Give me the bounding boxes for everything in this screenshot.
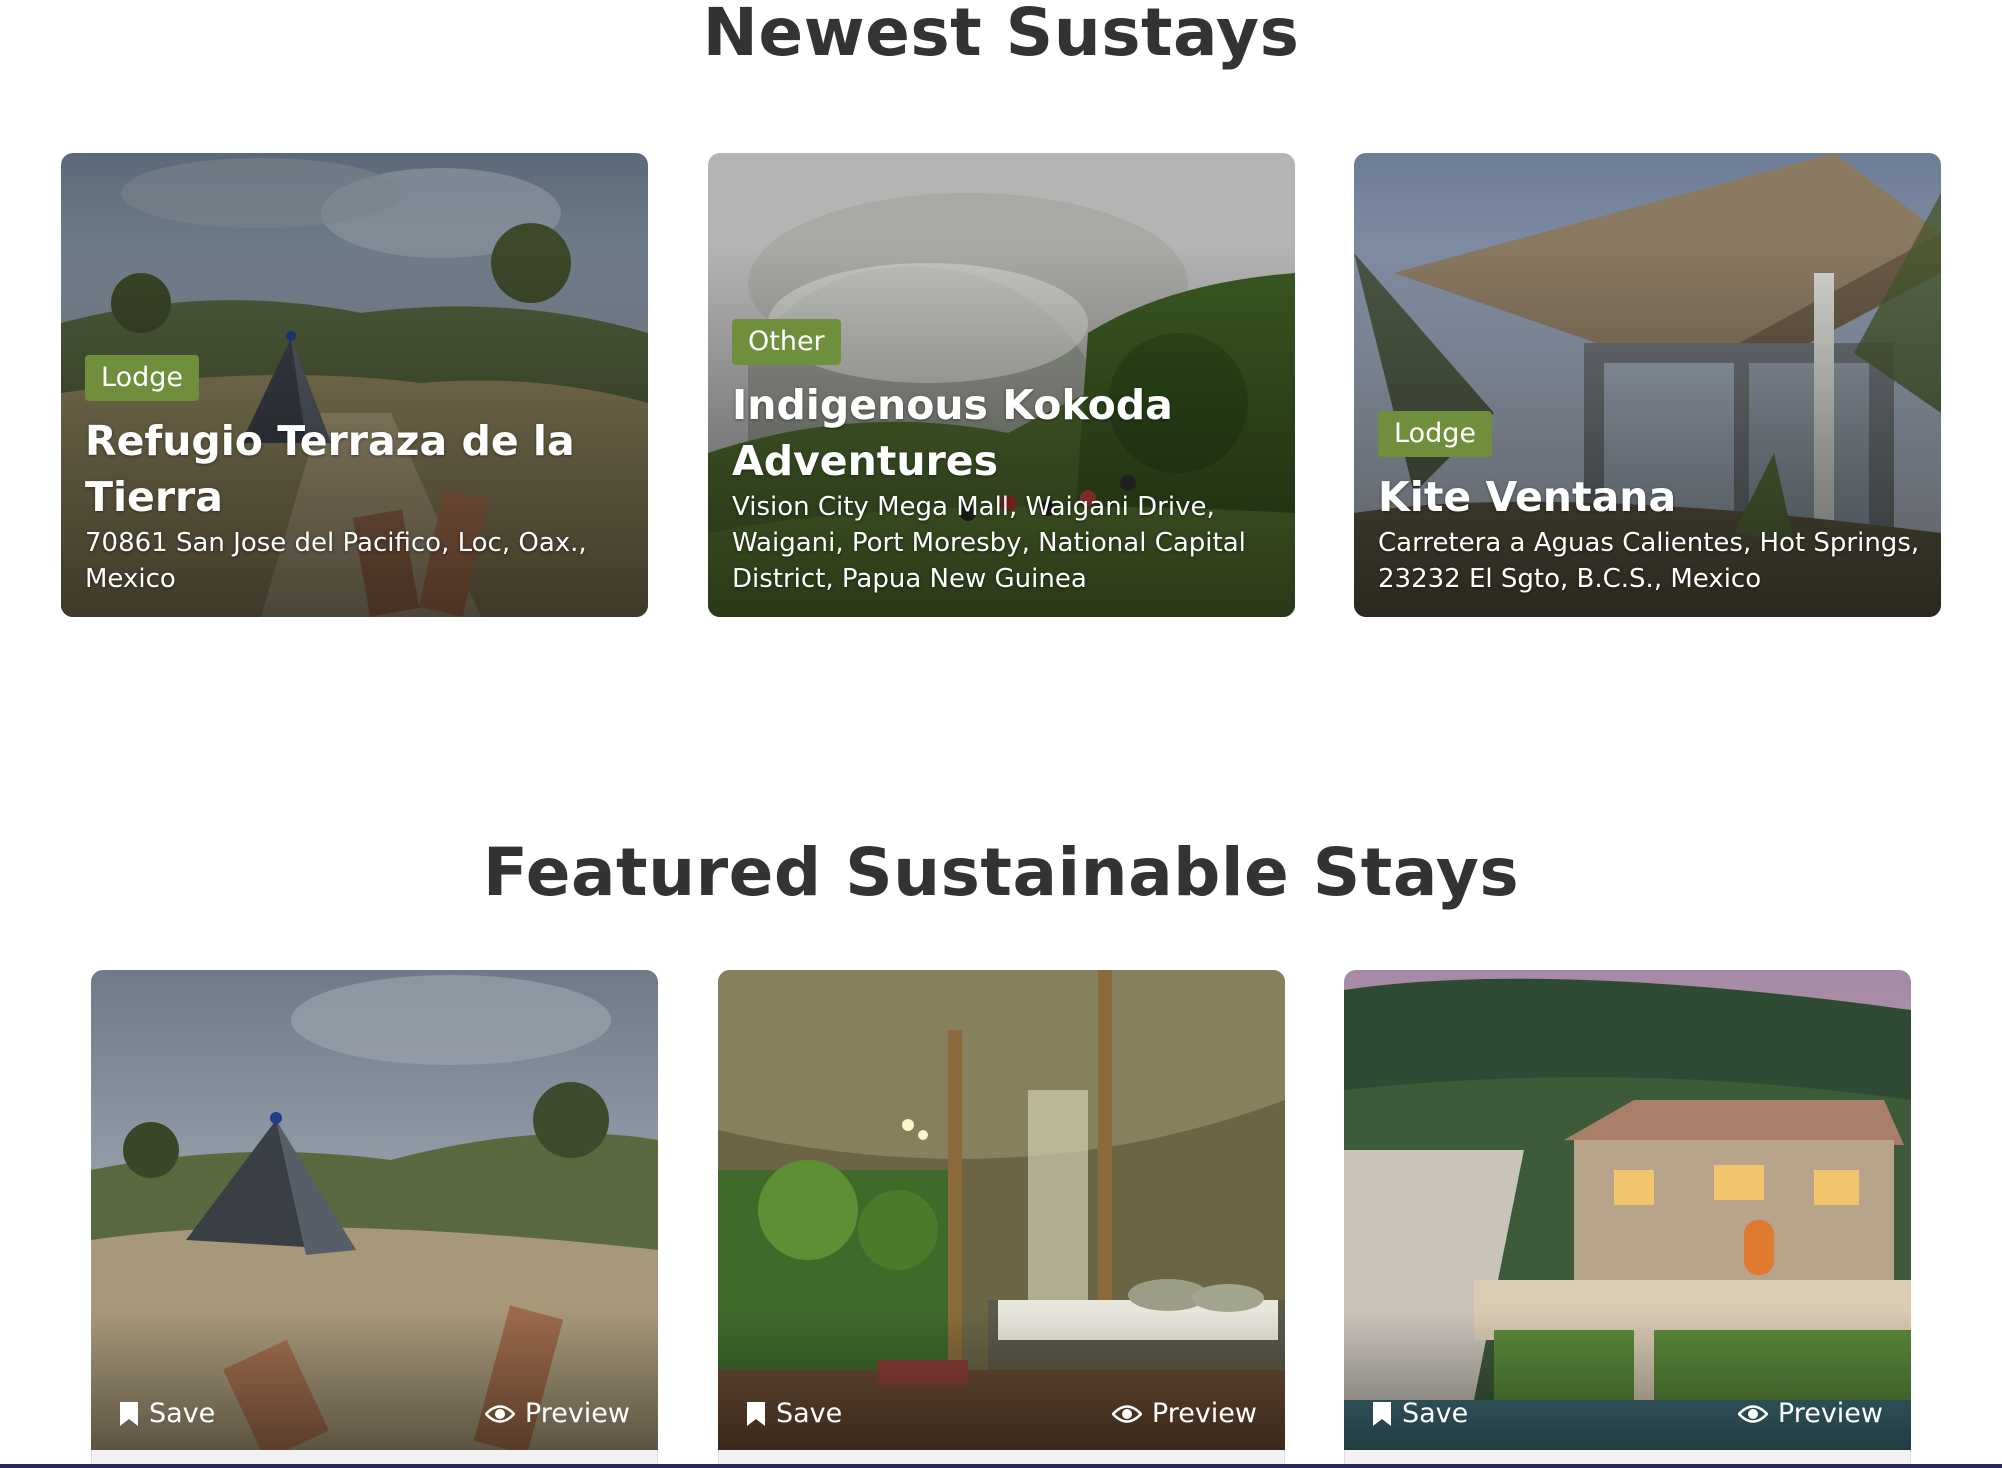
preview-button[interactable]: Preview bbox=[1111, 1398, 1257, 1429]
featured-section-title: Featured Sustainable Stays bbox=[482, 834, 1520, 911]
card-address: Vision City Mega Mall, Waigani Drive, Wa… bbox=[732, 492, 1246, 594]
newest-section-title: Newest Sustays bbox=[702, 0, 1300, 71]
preview-button[interactable]: Preview bbox=[1737, 1398, 1883, 1429]
newest-card-kokoda[interactable]: Other Indigenous Kokoda Adventures Visio… bbox=[708, 153, 1295, 617]
featured-card[interactable]: Save Preview bbox=[718, 970, 1285, 1468]
save-button[interactable]: Save bbox=[746, 1398, 842, 1429]
featured-card[interactable]: Save Preview bbox=[91, 970, 658, 1468]
eye-icon bbox=[484, 1404, 515, 1423]
card-name[interactable]: Refugio Terraza de la Tierra bbox=[85, 413, 630, 525]
type-badge: Other bbox=[732, 319, 841, 365]
card-name[interactable]: Indigenous Kokoda Adventures bbox=[732, 377, 1277, 489]
preview-label: Preview bbox=[1777, 1398, 1883, 1429]
newest-card-refugio[interactable]: Lodge Refugio Terraza de la Tierra 70861… bbox=[61, 153, 648, 617]
featured-card[interactable]: Save Preview bbox=[1344, 970, 1911, 1468]
type-badge: Lodge bbox=[1378, 411, 1492, 457]
card-content: Lodge Kite Ventana Carretera a Aguas Cal… bbox=[1378, 411, 1923, 597]
preview-label: Preview bbox=[1151, 1398, 1257, 1429]
card-overlay bbox=[718, 1310, 1285, 1450]
save-label: Save bbox=[149, 1398, 216, 1429]
page: Newest Sustays Lodge Refugio Terraza de … bbox=[0, 0, 2002, 1468]
card-name[interactable]: Kite Ventana bbox=[1378, 469, 1923, 525]
save-label: Save bbox=[776, 1398, 843, 1429]
eye-icon bbox=[1737, 1404, 1768, 1423]
card-address: Carretera a Aguas Calientes, Hot Springs… bbox=[1378, 528, 1920, 594]
save-button[interactable]: Save bbox=[119, 1398, 215, 1429]
bookmark-icon bbox=[747, 1401, 765, 1426]
preview-label: Preview bbox=[524, 1398, 630, 1429]
bookmark-icon bbox=[1373, 1401, 1391, 1426]
eye-icon bbox=[1111, 1404, 1142, 1423]
card-overlay bbox=[1344, 1310, 1911, 1450]
newest-card-kite-ventana[interactable]: Lodge Kite Ventana Carretera a Aguas Cal… bbox=[1354, 153, 1941, 617]
card-content: Other Indigenous Kokoda Adventures Visio… bbox=[732, 319, 1277, 597]
save-button[interactable]: Save bbox=[1372, 1398, 1468, 1429]
bookmark-icon bbox=[120, 1401, 138, 1426]
card-content: Lodge Refugio Terraza de la Tierra 70861… bbox=[85, 355, 630, 597]
card-overlay bbox=[91, 1310, 658, 1450]
type-badge: Lodge bbox=[85, 355, 199, 401]
bottom-edge-bar bbox=[0, 1464, 2002, 1468]
card-address: 70861 San Jose del Pacifico, Loc, Oax., … bbox=[85, 528, 587, 594]
save-label: Save bbox=[1402, 1398, 1469, 1429]
preview-button[interactable]: Preview bbox=[484, 1398, 630, 1429]
